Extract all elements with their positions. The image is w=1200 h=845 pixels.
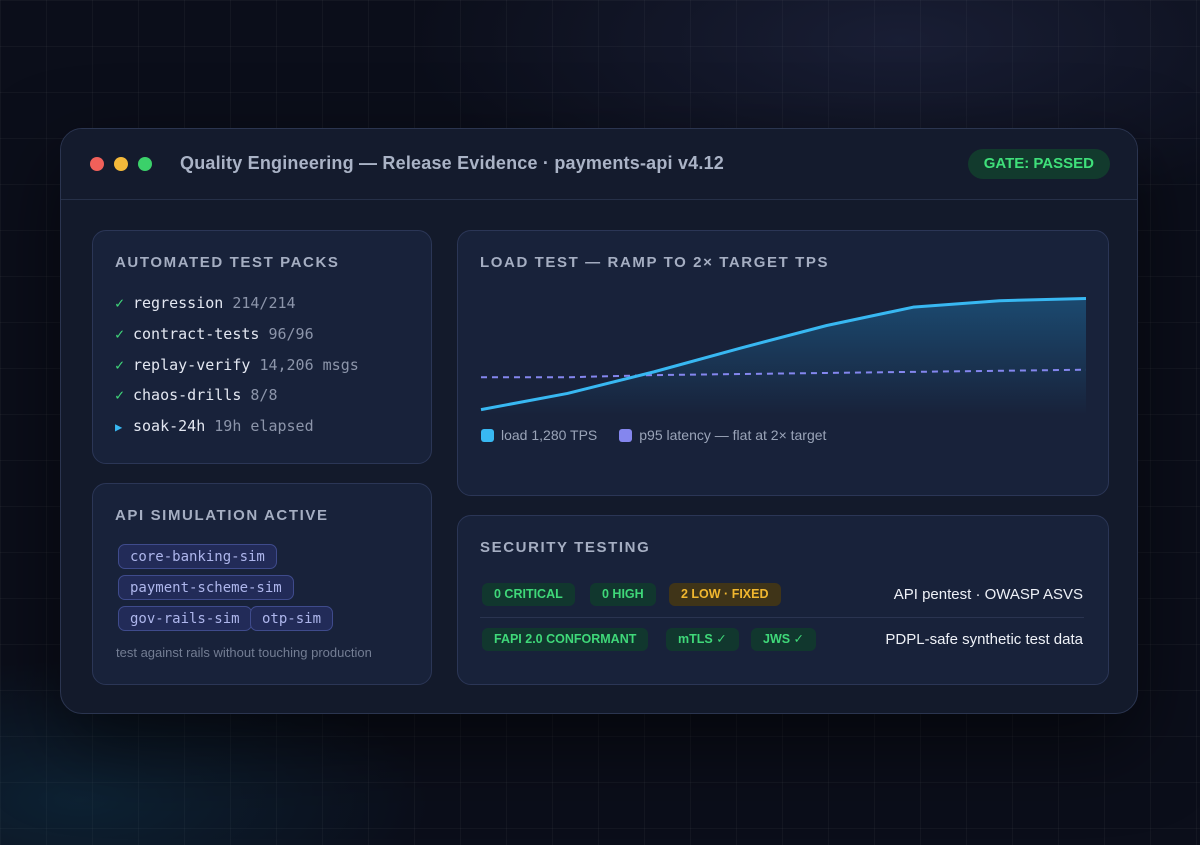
test-pack-item[interactable]: ✓ replay-verify 14,206 msgs [115,355,359,386]
simulator-chip-gov-rails[interactable]: gov-rails-sim [118,606,252,631]
badge-low-fixed: 2 LOW · FIXED [669,583,781,606]
check-icon: ✓ [115,294,125,312]
security-row-label-pentest: API pentest · OWASP ASVS [893,586,1083,603]
check-icon: ✓ [115,324,125,343]
legend-swatch-latency [619,428,633,442]
window-title: Quality Engineering — Release Evidence ·… [180,153,724,173]
legend-label-load: load 1,280 TPS [501,427,598,443]
test-pack-value: 14,206 msgs [259,355,359,374]
play-icon: ▶ [115,420,123,435]
test-pack-value: 19h elapsed [214,417,314,436]
load-series-area [481,298,1086,415]
check-icon: ✓ [115,355,125,374]
badge-mtls: mTLS ✓ [666,628,739,651]
api-simulation-note: test against rails without touching prod… [116,645,372,660]
badge-fapi-conformant: FAPI 2.0 CONFORMANT [482,628,649,651]
minimize-window-button[interactable] [114,157,128,171]
simulator-chip-core-banking[interactable]: core-banking-sim [118,544,277,569]
security-testing-card: SECURITY TESTING 0 CRITICAL 0 HIGH 2 LOW… [457,515,1109,685]
badge-jws: JWS ✓ [751,628,817,651]
test-pack-value: 8/8 [250,386,278,405]
test-pack-item[interactable]: ✓ chaos-drills 8/8 [115,385,359,416]
api-simulation-card: API SIMULATION ACTIVE core-banking-sim p… [92,483,432,685]
check-icon: ✓ [115,386,125,405]
simulator-chip-otp[interactable]: otp-sim [250,606,334,631]
security-row-divider [480,617,1084,618]
test-packs-card: AUTOMATED TEST PACKS ✓ regression 214/214… [92,230,432,464]
maximize-window-button[interactable] [138,157,152,171]
gate-status-badge: GATE: PASSED [967,149,1110,179]
test-pack-name: soak-24h [133,417,206,436]
close-window-button[interactable] [90,157,104,171]
test-pack-value: 214/214 [232,294,296,312]
chart-legend: load 1,280 TPS p95 latency — flat at 2× … [481,427,826,443]
security-row-label-synthetic-data: PDPL-safe synthetic test data [885,631,1083,648]
security-testing-title: SECURITY TESTING [480,539,651,556]
legend-swatch-load [481,428,494,442]
api-simulation-title: API SIMULATION ACTIVE [115,507,329,524]
legend-label-latency: p95 latency — flat at 2× target [639,427,827,443]
test-pack-name: contract-tests [133,324,260,343]
badge-critical: 0 CRITICAL [482,583,575,606]
legend-item-latency: p95 latency — flat at 2× target [619,427,826,443]
load-test-chart [480,297,1087,415]
simulator-chip-payment-scheme[interactable]: payment-scheme-sim [118,575,294,600]
test-pack-value: 96/96 [268,324,314,343]
release-evidence-window: Quality Engineering — Release Evidence ·… [60,128,1138,714]
title-bar: Quality Engineering — Release Evidence ·… [61,129,1137,200]
load-test-card: LOAD TEST — RAMP TO 2× TARGET TPS load 1… [457,230,1109,496]
test-pack-name: replay-verify [133,355,251,374]
legend-item-load: load 1,280 TPS [481,427,597,443]
badge-high: 0 HIGH [590,583,656,606]
test-pack-item[interactable]: ▶ soak-24h 19h elapsed [115,416,359,447]
test-pack-name: regression [133,294,224,312]
test-packs-title: AUTOMATED TEST PACKS [115,254,340,271]
test-pack-list: ✓ regression 214/214 ✓ contract-tests 96/9… [115,293,359,447]
test-pack-item[interactable]: ✓ regression 214/214 [115,293,359,324]
test-pack-name: chaos-drills [133,386,242,405]
test-pack-item[interactable]: ✓ contract-tests 96/96 [115,324,359,355]
